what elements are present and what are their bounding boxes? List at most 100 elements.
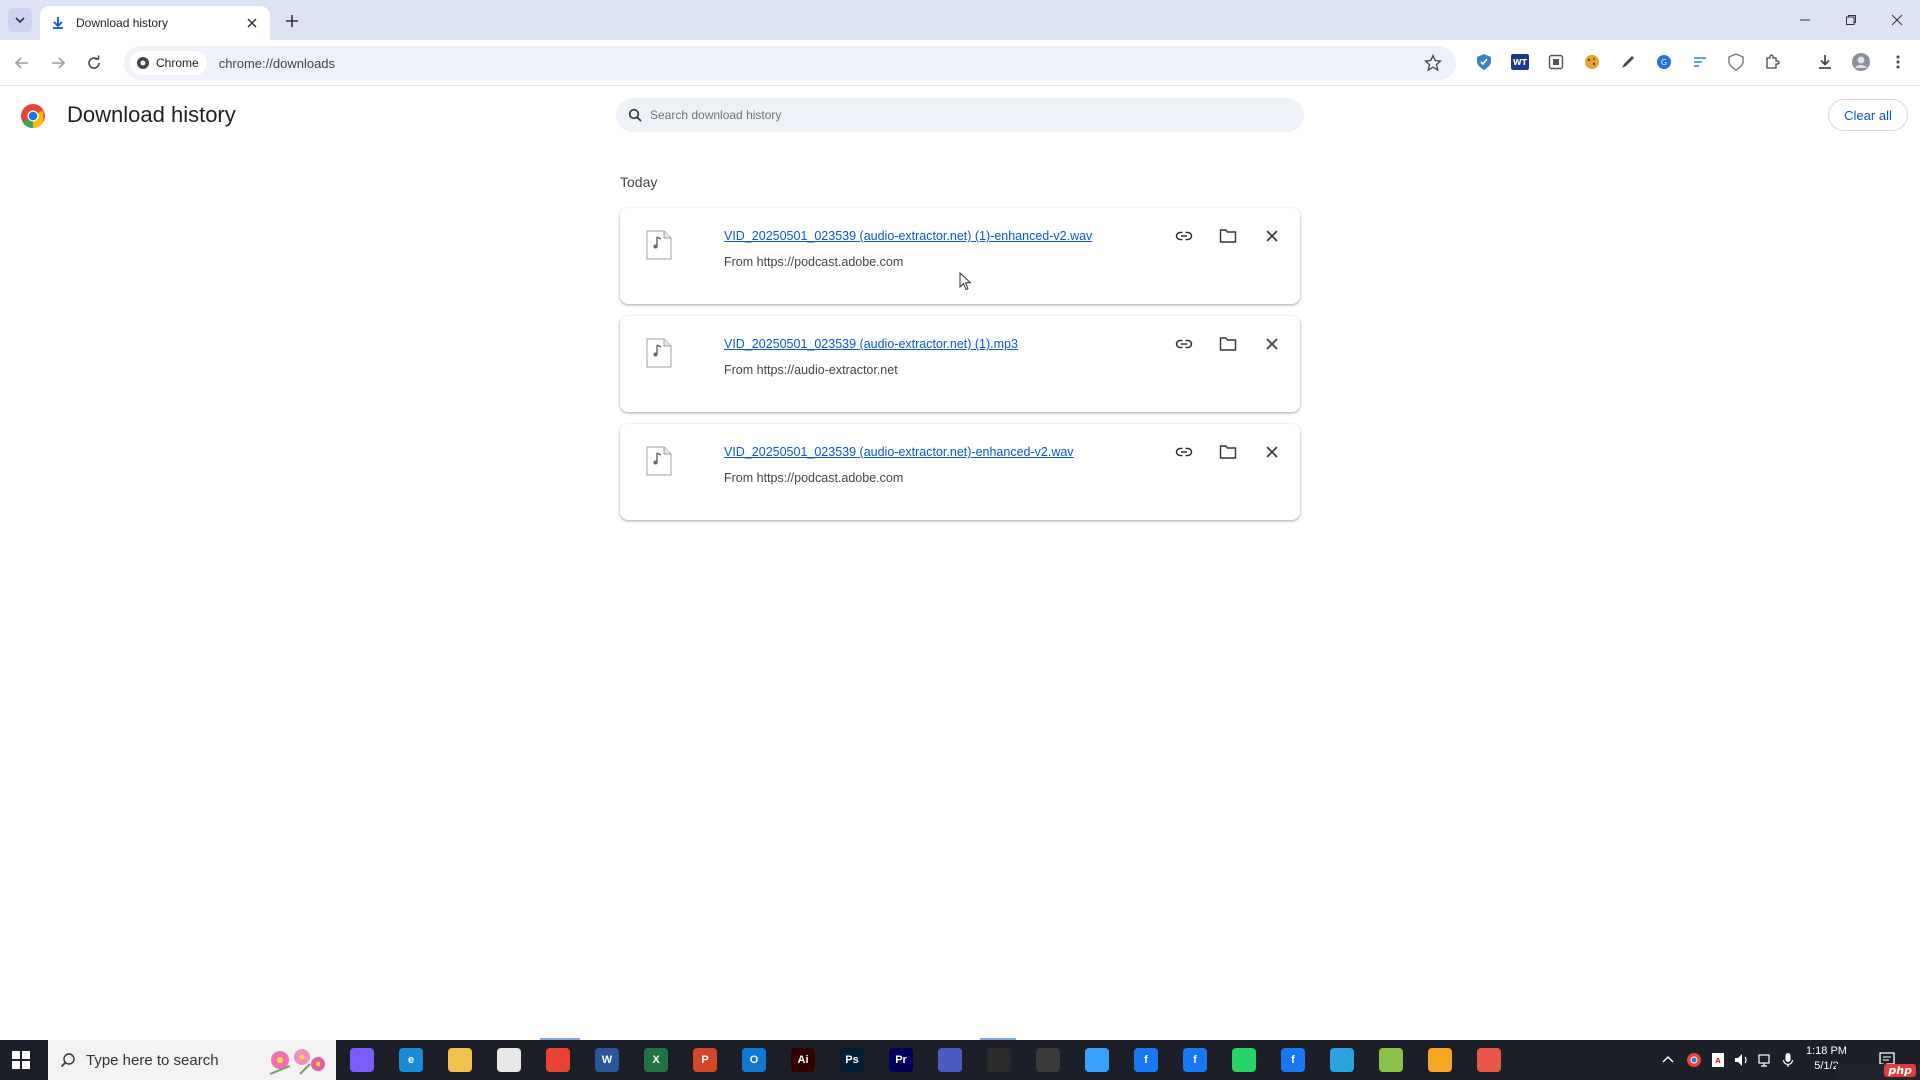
close-icon	[1266, 446, 1278, 458]
php-watermark: php	[1836, 1064, 1920, 1080]
remove-download-button[interactable]	[1260, 440, 1284, 464]
taskbar-search-box[interactable]: Type here to search	[48, 1040, 336, 1080]
extension-cookie-icon[interactable]	[1581, 51, 1603, 73]
search-download-history[interactable]	[616, 98, 1304, 132]
taskbar-file-explorer-icon[interactable]	[448, 1048, 472, 1072]
active-app-indicator	[540, 1038, 580, 1040]
arrow-right-icon	[52, 57, 66, 69]
taskbar-app-16-icon[interactable]	[1085, 1048, 1109, 1072]
taskbar-app-14-icon[interactable]	[987, 1048, 1011, 1072]
taskbar-app-15-icon[interactable]	[1036, 1048, 1060, 1072]
folder-icon	[1219, 229, 1237, 243]
taskbar-facebook-1-icon[interactable]: f	[1134, 1048, 1158, 1072]
tray-chevron-up-icon[interactable]	[1662, 1054, 1674, 1064]
svg-text:G: G	[1661, 58, 1667, 67]
taskbar-photoshop-icon[interactable]: Ps	[840, 1048, 864, 1072]
taskbar-excel-icon[interactable]: X	[644, 1048, 668, 1072]
windows-start-icon[interactable]	[12, 1051, 30, 1069]
taskbar-copilot-icon[interactable]	[350, 1048, 374, 1072]
close-icon[interactable]	[244, 15, 260, 31]
restore-icon	[1846, 15, 1856, 25]
tab-title: Download history	[76, 16, 169, 30]
flowers-decoration-icon	[269, 1049, 325, 1075]
taskbar-store-icon[interactable]	[497, 1048, 521, 1072]
taskbar-app-13-icon[interactable]	[938, 1048, 962, 1072]
taskbar-app-23-icon[interactable]	[1428, 1048, 1452, 1072]
taskbar-chrome-icon[interactable]	[546, 1048, 570, 1072]
remove-download-button[interactable]	[1260, 332, 1284, 356]
chrome-logo-icon	[21, 104, 45, 128]
extension-wt-icon[interactable]: WT	[1509, 51, 1531, 73]
date-section-label: Today	[620, 174, 658, 190]
extensions-puzzle-icon[interactable]	[1761, 51, 1783, 73]
taskbar-premiere-icon[interactable]: Pr	[889, 1048, 913, 1072]
profile-avatar-icon[interactable]	[1850, 51, 1872, 73]
extension-guard-icon[interactable]	[1725, 51, 1747, 73]
taskbar-whatsapp-icon[interactable]	[1232, 1048, 1256, 1072]
link-icon	[1175, 447, 1193, 457]
search-icon	[60, 1053, 75, 1068]
svg-text:A: A	[1715, 1057, 1721, 1065]
taskbar-facebook-3-icon[interactable]: f	[1281, 1048, 1305, 1072]
copy-link-button[interactable]	[1172, 224, 1196, 248]
site-chip-label: Chrome	[156, 56, 199, 70]
tab-strip: Download history	[0, 0, 1920, 40]
extension-blue-circle-icon[interactable]: G	[1653, 51, 1675, 73]
download-icon	[53, 17, 63, 29]
microphone-icon[interactable]	[1782, 1052, 1794, 1068]
download-source: From https://podcast.adobe.com	[724, 471, 904, 485]
tray-pdf-icon[interactable]: A	[1710, 1052, 1726, 1068]
download-filename-link[interactable]: VID_20250501_023539 (audio-extractor.net…	[724, 445, 1074, 459]
clock-time: 1:18 PM	[1806, 1045, 1847, 1057]
address-bar[interactable]: Chrome chrome://downloads	[124, 46, 1456, 80]
tab-search-button[interactable]	[8, 8, 32, 32]
taskbar-word-icon[interactable]: W	[595, 1048, 619, 1072]
window-close-button[interactable]	[1882, 8, 1912, 32]
taskbar-edge-icon[interactable]: e	[399, 1048, 423, 1072]
arrow-left-icon	[14, 57, 28, 69]
plus-icon	[286, 15, 298, 27]
extension-shield-icon[interactable]	[1473, 51, 1495, 73]
reload-button[interactable]	[82, 51, 106, 75]
chrome-icon	[137, 57, 149, 69]
download-filename-link[interactable]: VID_20250501_023539 (audio-extractor.net…	[724, 229, 1092, 243]
back-button[interactable]	[10, 51, 34, 75]
taskbar-telegram-icon[interactable]	[1330, 1048, 1354, 1072]
restore-button[interactable]	[1836, 8, 1866, 32]
volume-icon[interactable]	[1734, 1053, 1750, 1067]
show-in-folder-button[interactable]	[1216, 224, 1240, 248]
extension-lines-icon[interactable]	[1689, 51, 1711, 73]
search-input[interactable]	[650, 108, 1250, 122]
taskbar-powerpoint-icon[interactable]: P	[693, 1048, 717, 1072]
extension-capture-icon[interactable]	[1545, 51, 1567, 73]
minimize-button[interactable]	[1790, 8, 1820, 32]
chrome-menu-icon[interactable]	[1887, 51, 1909, 73]
new-tab-button[interactable]	[282, 11, 302, 31]
close-icon	[1891, 14, 1903, 26]
downloads-toolbar-icon[interactable]	[1814, 51, 1836, 73]
show-in-folder-button[interactable]	[1216, 332, 1240, 356]
show-in-folder-button[interactable]	[1216, 440, 1240, 464]
download-filename-link[interactable]: VID_20250501_023539 (audio-extractor.net…	[724, 337, 1018, 351]
url-text[interactable]: chrome://downloads	[219, 56, 335, 71]
copy-link-button[interactable]	[1172, 332, 1196, 356]
taskbar-outlook-icon[interactable]: O	[742, 1048, 766, 1072]
clear-all-button[interactable]: Clear all	[1828, 99, 1908, 131]
tab-download-history[interactable]: Download history	[40, 6, 270, 40]
network-icon[interactable]	[1758, 1053, 1774, 1067]
page-title: Download history	[67, 102, 236, 127]
forward-button[interactable]	[46, 51, 70, 75]
link-icon	[1175, 339, 1193, 349]
taskbar-app-24-icon[interactable]	[1477, 1048, 1501, 1072]
taskbar-facebook-2-icon[interactable]: f	[1183, 1048, 1207, 1072]
minimize-icon	[1800, 19, 1810, 21]
taskbar-notepad-icon[interactable]	[1379, 1048, 1403, 1072]
copy-link-button[interactable]	[1172, 440, 1196, 464]
remove-download-button[interactable]	[1260, 224, 1284, 248]
taskbar-illustrator-icon[interactable]: Ai	[791, 1048, 815, 1072]
site-info-chip[interactable]: Chrome	[130, 51, 207, 75]
bookmark-star-icon[interactable]	[1424, 54, 1442, 72]
tray-chrome-icon[interactable]	[1686, 1052, 1702, 1068]
folder-icon	[1219, 337, 1237, 351]
extension-pen-icon[interactable]	[1617, 51, 1639, 73]
